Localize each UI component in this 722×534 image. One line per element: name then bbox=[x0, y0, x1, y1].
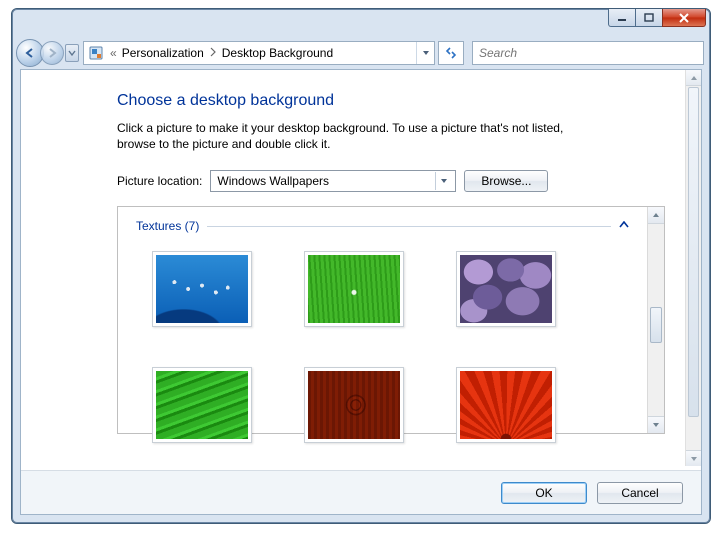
picture-location-row: Picture location: Windows Wallpapers Bro… bbox=[117, 170, 685, 192]
cancel-button[interactable]: Cancel bbox=[597, 482, 683, 504]
search-box[interactable] bbox=[472, 41, 704, 65]
breadcrumb-desktop-background[interactable]: Desktop Background bbox=[219, 46, 336, 60]
recent-locations-button[interactable] bbox=[65, 44, 79, 62]
scroll-thumb[interactable] bbox=[688, 87, 699, 417]
chevron-down-icon bbox=[435, 172, 451, 190]
wallpaper-thumb[interactable] bbox=[456, 367, 556, 443]
wallpaper-gallery: Textures (7) bbox=[117, 206, 665, 434]
page-heading: Choose a desktop background bbox=[117, 92, 685, 110]
page-scrollbar[interactable] bbox=[685, 70, 701, 466]
close-button[interactable] bbox=[662, 9, 706, 27]
gallery-group-header[interactable]: Textures (7) bbox=[136, 219, 629, 233]
maximize-button[interactable] bbox=[635, 9, 663, 27]
thumbnail-grid bbox=[152, 251, 629, 443]
scroll-down-button[interactable] bbox=[648, 416, 664, 433]
forward-button[interactable] bbox=[40, 41, 64, 65]
window-frame: « Personalization Desktop Background Cho… bbox=[11, 8, 711, 524]
divider bbox=[207, 226, 611, 227]
titlebar bbox=[12, 9, 710, 37]
breadcrumb-prefix: « bbox=[108, 46, 119, 60]
wallpaper-thumb[interactable] bbox=[456, 251, 556, 327]
breadcrumb-personalization[interactable]: Personalization bbox=[119, 46, 207, 60]
wallpaper-thumb[interactable] bbox=[152, 251, 252, 327]
wallpaper-thumb[interactable] bbox=[152, 367, 252, 443]
collapse-icon[interactable] bbox=[619, 221, 629, 232]
page-description: Click a picture to make it your desktop … bbox=[117, 120, 597, 152]
browse-button[interactable]: Browse... bbox=[464, 170, 548, 192]
nav-row: « Personalization Desktop Background bbox=[12, 37, 710, 69]
scroll-up-button[interactable] bbox=[648, 207, 664, 224]
address-dropdown-button[interactable] bbox=[416, 42, 434, 64]
chevron-right-icon bbox=[207, 46, 219, 60]
search-input[interactable] bbox=[473, 46, 703, 60]
gallery-scrollbar[interactable] bbox=[647, 207, 664, 433]
refresh-button[interactable] bbox=[438, 41, 464, 65]
scroll-up-button[interactable] bbox=[686, 70, 701, 86]
wallpaper-thumb[interactable] bbox=[304, 367, 404, 443]
minimize-button[interactable] bbox=[608, 9, 636, 27]
address-bar[interactable]: « Personalization Desktop Background bbox=[83, 41, 435, 65]
location-icon bbox=[86, 43, 106, 63]
nav-buttons bbox=[16, 39, 79, 67]
ok-button[interactable]: OK bbox=[501, 482, 587, 504]
content: Choose a desktop background Click a pict… bbox=[21, 70, 685, 466]
scroll-down-button[interactable] bbox=[686, 450, 701, 466]
footer: OK Cancel bbox=[21, 470, 701, 514]
picture-location-value: Windows Wallpapers bbox=[217, 174, 329, 188]
gallery-group-label: Textures (7) bbox=[136, 219, 199, 233]
picture-location-label: Picture location: bbox=[117, 174, 202, 188]
client-area: Choose a desktop background Click a pict… bbox=[20, 69, 702, 515]
picture-location-select[interactable]: Windows Wallpapers bbox=[210, 170, 456, 192]
wallpaper-thumb[interactable] bbox=[304, 251, 404, 327]
scroll-thumb[interactable] bbox=[650, 307, 662, 343]
